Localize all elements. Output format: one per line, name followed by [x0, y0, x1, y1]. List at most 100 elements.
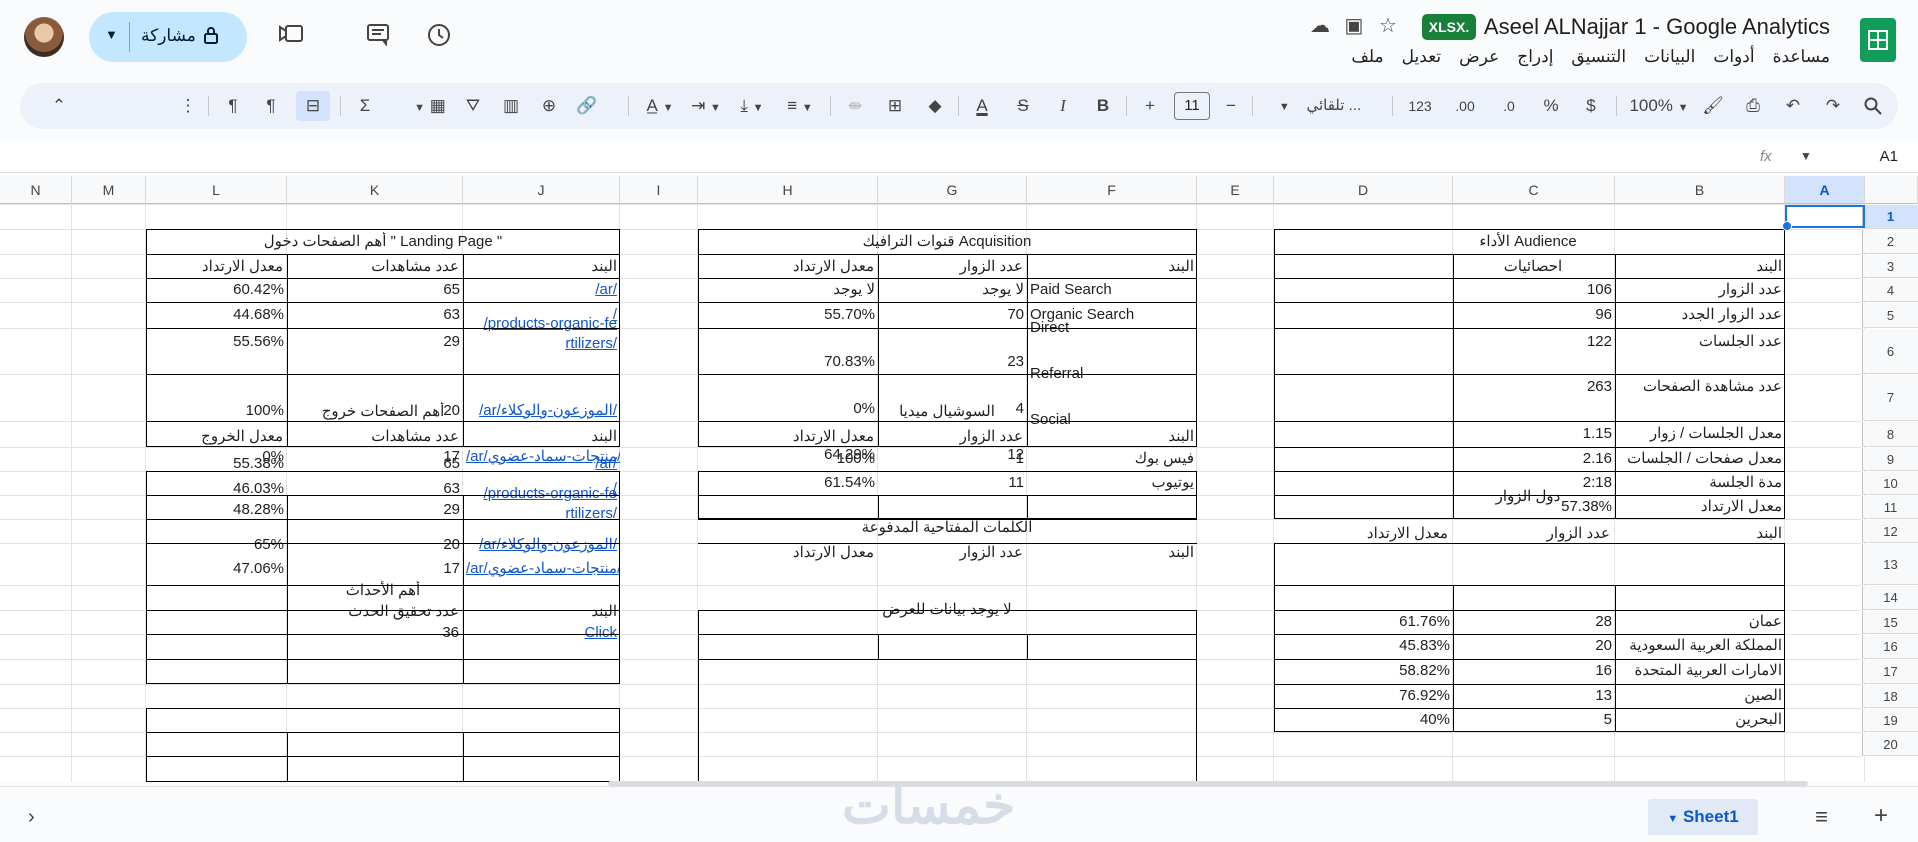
exit-row-rate[interactable]: 47.06% [146, 559, 287, 579]
vertical-align-icon[interactable]: ⤓ ▼ [730, 91, 774, 121]
row-header[interactable]: 1 [1862, 205, 1918, 229]
decrease-font-size-button[interactable]: − [1216, 91, 1246, 121]
audience-row-item[interactable]: عدد الزوار الجدد [1615, 305, 1785, 325]
countries-row-visitors[interactable]: 20 [1453, 636, 1615, 656]
avatar[interactable] [24, 17, 64, 57]
audience-row-item[interactable]: عدد مشاهدة الصفحات [1615, 377, 1785, 397]
row-header[interactable]: 3 [1862, 255, 1918, 278]
comments-icon[interactable] [364, 22, 392, 50]
countries-row-visitors[interactable]: 5 [1453, 710, 1615, 730]
countries-header-visitors[interactable]: عدد الزوار [1453, 524, 1613, 544]
exit-row-rate[interactable]: 48.28% [146, 500, 287, 520]
add-sheet-icon[interactable]: + [1874, 802, 1888, 830]
exit-header-item[interactable]: البند [463, 427, 620, 447]
sheet-tab[interactable]: ▼ Sheet1 [1648, 799, 1758, 835]
audience-row-value[interactable]: 96 [1453, 305, 1615, 325]
zoom-select[interactable]: 100% ▼ [1626, 91, 1692, 121]
meet-icon[interactable] [278, 22, 306, 50]
cloud-status-icon[interactable]: ☁ [1306, 12, 1334, 40]
landing-header-views[interactable]: عدد مشاهدات [287, 257, 462, 277]
row-header[interactable]: 5 [1862, 303, 1918, 328]
row-header[interactable]: 2 [1862, 230, 1918, 254]
exit-row-views[interactable]: 63 [287, 479, 463, 499]
text-wrap-icon[interactable]: ⇥ ▼ [684, 91, 728, 121]
social-header-item[interactable]: البند [1027, 427, 1197, 447]
acquisition-row-bounce[interactable]: لا يوجد [698, 280, 878, 300]
insert-chart-icon[interactable]: ▥ [496, 91, 526, 121]
strikethrough-button[interactable]: S [1008, 91, 1038, 121]
events-header-item[interactable]: البند [463, 602, 620, 622]
row-header[interactable]: 13 [1862, 544, 1918, 585]
column-header[interactable]: I [620, 176, 698, 204]
filter-views-icon[interactable]: ▼ ▦ [408, 91, 452, 121]
acquisition-row-bounce[interactable]: 70.83% [698, 352, 878, 372]
audience-row-value[interactable]: 106 [1453, 280, 1615, 300]
search-menus-icon[interactable] [1858, 91, 1888, 121]
acquisition-header-bounce[interactable]: معدل الارتداد [698, 257, 877, 277]
column-header[interactable]: C [1453, 176, 1615, 204]
functions-button[interactable]: Σ [350, 91, 380, 121]
audience-header-stat[interactable]: احصائيات [1453, 257, 1613, 277]
row-header[interactable]: 11 [1862, 496, 1918, 519]
text-color-button[interactable]: A [966, 91, 998, 121]
landing-row-rate[interactable]: 55.56% [146, 332, 287, 352]
increase-font-size-button[interactable]: + [1135, 91, 1165, 121]
countries-row-bounce[interactable]: 61.76% [1274, 612, 1453, 632]
exit-row-views[interactable]: 29 [287, 500, 463, 520]
all-sheets-icon[interactable]: ≡ [1815, 804, 1828, 830]
social-row-item[interactable]: فيس بوك [1027, 449, 1197, 469]
move-folder-icon[interactable]: ▣ [1340, 12, 1368, 40]
landing-row-views[interactable]: 63 [287, 305, 463, 325]
countries-row-bounce[interactable]: 76.92% [1274, 686, 1453, 706]
formula-bar[interactable] [0, 143, 1918, 173]
countries-row-visitors[interactable]: 13 [1453, 686, 1615, 706]
landing-row-page[interactable]: /ar/ [463, 280, 620, 300]
selected-cell-a1[interactable] [1782, 205, 1865, 231]
column-header[interactable]: F [1027, 176, 1197, 204]
events-header-count[interactable]: عدد تحقيق الحدث [287, 602, 462, 622]
row-header[interactable]: 14 [1862, 586, 1918, 610]
countries-title[interactable]: دول الزوار [1274, 487, 1782, 507]
percent-button[interactable]: % [1536, 91, 1566, 121]
countries-row-visitors[interactable]: 28 [1453, 612, 1615, 632]
merge-cells-icon[interactable]: ⇼ [840, 91, 870, 121]
exit-row-rate[interactable]: 46.03% [146, 479, 287, 499]
countries-row-bounce[interactable]: 45.83% [1274, 636, 1453, 656]
row-header[interactable]: 15 [1862, 611, 1918, 634]
insert-link-icon[interactable]: 🔗 [572, 91, 602, 121]
menu-help[interactable]: مساعدة [1773, 47, 1830, 69]
select-all-corner[interactable] [1865, 176, 1918, 204]
events-row-item[interactable]: Click [463, 623, 620, 643]
acquisition-row-bounce[interactable]: 55.70% [698, 305, 878, 325]
paid-keywords-title[interactable]: الكلمات المفتاحية المدفوعة [698, 518, 1196, 538]
landing-header-item[interactable]: البند [463, 257, 620, 277]
audience-row-item[interactable]: معدل صفحات / الجلسات [1615, 449, 1785, 469]
text-rotation-icon[interactable]: A̲ ▼ [638, 91, 682, 121]
column-header[interactable]: N [0, 176, 72, 204]
landing-row-views[interactable]: 65 [287, 280, 463, 300]
acquisition-row-visitors[interactable]: 70 [878, 305, 1027, 325]
column-header[interactable]: A [1785, 176, 1865, 204]
borders-icon[interactable]: ⊞ [880, 91, 910, 121]
acquisition-header-item[interactable]: البند [1027, 257, 1197, 277]
audience-row-value[interactable]: 1.15 [1453, 424, 1615, 444]
currency-button[interactable]: $ [1576, 91, 1606, 121]
exit-row-views[interactable]: 20 [287, 535, 463, 555]
number-format-button[interactable]: 123 [1400, 91, 1440, 121]
social-row-item[interactable]: يوتيوب [1027, 473, 1197, 493]
decrease-decimal-button[interactable]: .0 [1492, 91, 1526, 121]
countries-row-item[interactable]: المملكة العربية السعودية [1615, 636, 1785, 656]
social-row-bounce[interactable]: 61.54% [698, 473, 878, 493]
bold-button[interactable]: B [1088, 91, 1118, 121]
social-header-bounce[interactable]: معدل الارتداد [698, 427, 877, 447]
menu-view[interactable]: عرض [1459, 47, 1499, 69]
exit-row-page[interactable]: /products-organic-fe [463, 484, 620, 504]
countries-row-bounce[interactable]: 58.82% [1274, 661, 1453, 681]
row-header[interactable]: 4 [1862, 279, 1918, 302]
chevron-down-icon[interactable]: ▼ [1667, 813, 1678, 825]
row-header[interactable]: 16 [1862, 635, 1918, 659]
increase-decimal-button[interactable]: .00 [1446, 91, 1484, 121]
menu-format[interactable]: التنسيق [1571, 47, 1626, 69]
landing-row-page-cont[interactable]: rtilizers/ [463, 334, 620, 354]
column-header[interactable]: B [1615, 176, 1785, 204]
